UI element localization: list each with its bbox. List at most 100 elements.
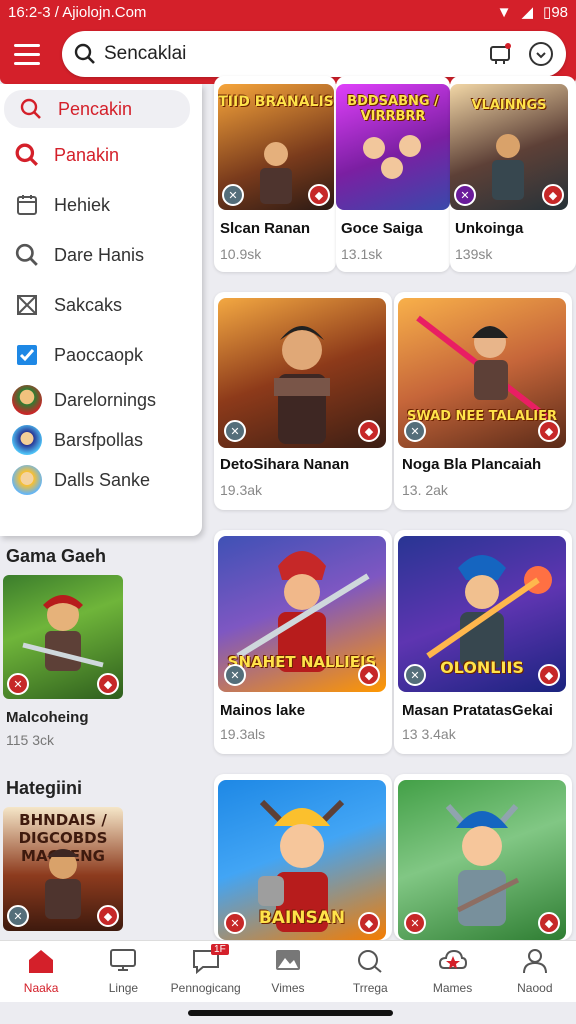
nav-label: Linge [108, 981, 139, 995]
drawer-item-label: Dalls Sanke [54, 469, 151, 490]
nav-item-mames[interactable]: Mames [411, 941, 493, 1002]
drawer-item-label: Barsfpollas [54, 429, 144, 450]
search-input[interactable]: Sencaklai [104, 43, 488, 65]
battery-icon: ▯98 [543, 4, 568, 21]
nav-label: Naaka [23, 981, 59, 995]
shield-icon: ◆ [358, 420, 380, 442]
drawer-item-label: Hehiek [54, 194, 111, 215]
game-thumbnail[interactable]: BHNDAIS / DIGCOBDS MAGTENG ✕ ◆ [3, 807, 123, 931]
sword-icon: ✕ [404, 664, 426, 686]
sword-icon: ✕ [404, 912, 426, 934]
nav-item-linge[interactable]: Linge [82, 941, 164, 1002]
nav-item-naood[interactable]: Naood [494, 941, 576, 1002]
nav-item-trrega[interactable]: Trrega [329, 941, 411, 1002]
game-art: VLAINNGS ✕ ◆ [450, 84, 568, 210]
section-title: Gama Gaeh [6, 546, 107, 566]
search-icon [16, 94, 46, 124]
game-card[interactable]: OLONLIIS ✕ ◆ Masan PratatasGekai 13 3.4a… [394, 530, 572, 754]
avatar [12, 385, 42, 415]
nav-item-pennogicang[interactable]: 1F Pennogicang [165, 941, 247, 1002]
clock-icon[interactable] [528, 41, 554, 67]
search-chat-icon [355, 948, 385, 977]
drawer-item-label: Sakcaks [54, 294, 123, 315]
game-card[interactable]: BDDSABNG / VIRRBRR Goce Saiga 13.1sk [336, 76, 450, 272]
drawer-item-dare-hanis[interactable]: Dare Hanis [0, 230, 202, 280]
game-name: Unkoinga [455, 220, 524, 237]
menu-icon[interactable] [14, 37, 48, 71]
game-name: Goce Saiga [341, 220, 423, 237]
drawer-item-dalls-sanke[interactable]: Dalls Sanke [0, 460, 202, 500]
drawer-item-panakin[interactable]: Panakin [0, 130, 202, 180]
game-meta: 13.1sk [341, 246, 383, 262]
app-bar: Sencaklai [0, 24, 576, 84]
game-art: TIID BRANALIS ✕ ◆ [218, 84, 334, 210]
game-meta: 139sk [455, 246, 493, 262]
drawer-item-label: Pencakin [58, 98, 133, 119]
sword-icon: ✕ [224, 664, 246, 686]
drawer-item-hehiek[interactable]: Hehiek [0, 180, 202, 230]
monitor-icon [108, 948, 138, 977]
game-art: SWAD NEE TALALIER ✕ ◆ [398, 298, 566, 448]
search-icon [74, 43, 96, 65]
sword-icon: ✕ [224, 420, 246, 442]
game-card[interactable]: ✕ ◆ [394, 774, 572, 940]
sword-icon: ✕ [7, 905, 29, 927]
sword-icon: ✕ [7, 673, 29, 695]
game-art: SNAHET NALLIEIS ✕ ◆ [218, 536, 386, 692]
shield-icon: ◆ [542, 184, 564, 206]
drawer-item-label: Darelornings [54, 389, 157, 410]
drawer-item-sakcaks[interactable]: Sakcaks [0, 280, 202, 330]
search-bar[interactable]: Sencaklai [62, 31, 566, 77]
home-icon [26, 948, 56, 977]
nav-item-naaka[interactable]: Naaka [0, 941, 82, 1002]
shield-icon: ◆ [308, 184, 330, 206]
left-column: Gama Gaeh ✕ ◆ Malcoheing 115 3ck Hategii… [0, 536, 202, 931]
status-bar: 16:2-3 / Ajiolojn.Com ▼ ◢ ▯98 [0, 0, 576, 24]
nav-label: Naood [517, 981, 553, 995]
shield-icon: ◆ [97, 673, 119, 695]
sword-icon: ✕ [224, 912, 246, 934]
calendar-icon [12, 190, 42, 220]
cart-icon[interactable] [488, 42, 512, 66]
nav-label: Vimes [271, 981, 305, 995]
game-card[interactable]: SWAD NEE TALALIER ✕ ◆ Noga Bla Plancaiah… [394, 292, 572, 510]
avatar [12, 465, 42, 495]
game-art: BDDSABNG / VIRRBRR [336, 84, 450, 210]
shield-icon: ◆ [538, 912, 560, 934]
game-name[interactable]: Malcoheing [6, 709, 202, 726]
shield-icon: ◆ [358, 664, 380, 686]
game-meta: 19.3ak [220, 482, 263, 498]
game-card[interactable]: ✕ ◆ DetoSihara Nanan 19.3ak [214, 292, 392, 510]
image-icon [273, 948, 303, 977]
game-card[interactable]: BAINSAN ✕ ◆ [214, 774, 392, 940]
game-meta: 13. 2ak [402, 482, 448, 498]
crossed-box-icon [12, 290, 42, 320]
game-card[interactable]: TIID BRANALIS ✕ ◆ Slcan Ranan 10.9sk [214, 76, 336, 272]
avatar [12, 425, 42, 455]
drawer-item-darelornings[interactable]: Darelornings [0, 380, 202, 420]
game-name: DetoSihara Nanan [220, 456, 350, 473]
game-name: Mainos lake [220, 702, 306, 719]
home-indicator[interactable] [188, 1010, 393, 1016]
game-meta: 13 3.4ak [402, 726, 456, 742]
game-art: OLONLIIS ✕ ◆ [398, 536, 566, 692]
shield-icon: ◆ [538, 420, 560, 442]
drawer-item-paoccaopk[interactable]: Paoccaopk [0, 330, 202, 380]
game-card[interactable]: SNAHET NALLIEIS ✕ ◆ Mainos lake 19.3als [214, 530, 392, 754]
nav-item-vimes[interactable]: Vimes [247, 941, 329, 1002]
game-art: ✕ ◆ [218, 298, 386, 448]
game-meta: 19.3als [220, 726, 266, 742]
drawer-item-label: Paoccaopk [54, 344, 144, 365]
game-thumbnail[interactable]: ✕ ◆ [3, 575, 123, 699]
section-title: Hategiini [6, 778, 83, 798]
drawer-item-pencakin[interactable]: Pencakin [4, 90, 190, 128]
drawer-item-label: Panakin [54, 144, 120, 165]
drawer-item-barsfpollas[interactable]: Barsfpollas [0, 420, 202, 460]
game-card[interactable]: VLAINNGS ✕ ◆ Unkoinga 139sk [450, 76, 576, 272]
nav-label: Pennogicang [170, 981, 241, 995]
search-icon [12, 140, 42, 170]
game-name: Noga Bla Plancaiah [402, 456, 542, 473]
chat-icon: 1F [191, 944, 229, 977]
shield-icon: ◆ [97, 905, 119, 927]
checkbox-icon [12, 340, 42, 370]
